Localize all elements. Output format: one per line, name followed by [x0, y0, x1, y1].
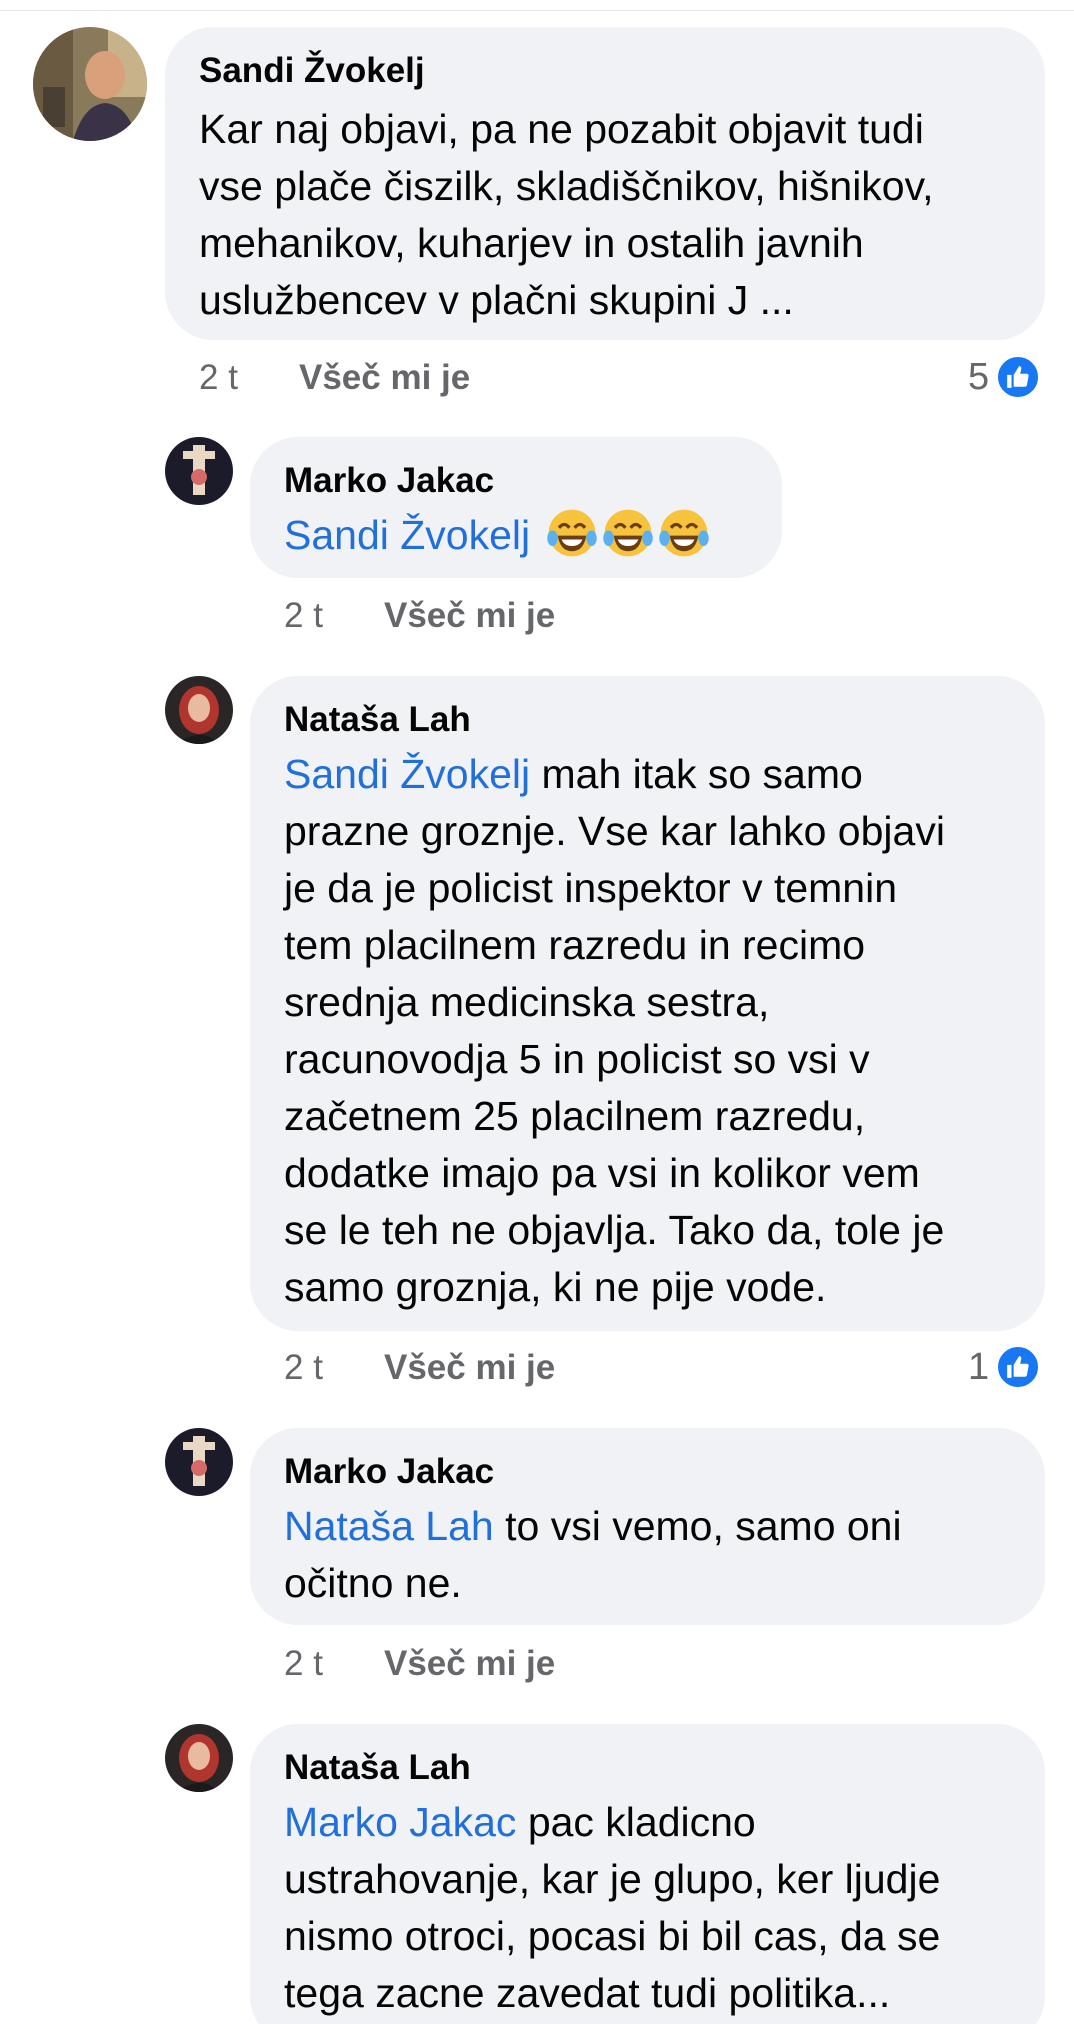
reaction-count: 1	[968, 1345, 990, 1388]
like-button[interactable]: Všeč mi je	[299, 358, 470, 398]
mention-link[interactable]: Sandi Žvokelj	[284, 751, 530, 797]
comment-line: samo groznja, ki ne pije vode.	[284, 1264, 827, 1310]
avatar[interactable]	[165, 1428, 233, 1496]
comment-author[interactable]: Nataša Lah	[284, 1746, 1011, 1790]
mention-link[interactable]: Sandi Žvokelj	[284, 512, 530, 558]
comment-bubble: Marko Jakac Sandi Žvokelj	[250, 437, 782, 578]
comment-bubble: Sandi Žvokelj Kar naj objavi, pa ne poza…	[165, 27, 1045, 340]
comment-line: ustrahovanje, kar je glupo, ker ljudje	[284, 1856, 941, 1902]
comment-line: Marko Jakac pac kladicno	[284, 1794, 1011, 1851]
comment-line: Sandi Žvokelj mah itak so samo	[284, 746, 1011, 803]
comment-author[interactable]: Marko Jakac	[284, 459, 748, 503]
reaction-summary[interactable]: 1	[968, 1344, 1042, 1390]
comment-author[interactable]: Nataša Lah	[284, 698, 1011, 742]
comment-thread: Sandi Žvokelj Kar naj objavi, pa ne poza…	[0, 0, 1074, 2024]
comment-text: Nataša Lah to vsi vemo, samo oni očitno …	[284, 1498, 1011, 1612]
thumbs-up-icon	[995, 1344, 1042, 1390]
comment-line: prazne groznje. Vse kar lahko objavi	[284, 808, 945, 854]
comment-time[interactable]: 2 t	[284, 596, 384, 636]
comment-line: tem placilnem razredu in recimo	[284, 922, 866, 968]
comment-time[interactable]: 2 t	[284, 1348, 384, 1388]
comment-author[interactable]: Sandi Žvokelj	[199, 49, 1011, 93]
comment-meta: 2 t Všeč mi je	[284, 1644, 555, 1684]
comment-meta: 2 t Všeč mi je	[284, 596, 555, 636]
mention-link[interactable]: Marko Jakac	[284, 1799, 516, 1845]
comment-line: uslužbencev v plačni skupini J ...	[199, 277, 794, 323]
avatar[interactable]	[33, 27, 147, 141]
comment-text: Sandi Žvokelj mah itak so samo prazne gr…	[284, 746, 1011, 1316]
tears-of-joy-icon	[658, 509, 709, 557]
reaction-count: 5	[968, 355, 990, 398]
comment-bubble: Marko Jakac Nataša Lah to vsi vemo, samo…	[250, 1428, 1045, 1625]
comment-line: vse plače čiszilk, skladiščnikov, hišnik…	[199, 163, 934, 209]
comment-time[interactable]: 2 t	[284, 1644, 384, 1684]
comment-line: racunovodja 5 in policist so vsi v	[284, 1036, 870, 1082]
comment-line-text: pac kladicno	[516, 1799, 756, 1845]
avatar[interactable]	[165, 1724, 233, 1792]
comment-line: Nataša Lah to vsi vemo, samo oni	[284, 1498, 1011, 1555]
comment-text: Kar naj objavi, pa ne pozabit objavit tu…	[199, 101, 1011, 329]
comment-line: je da je policist inspektor v temnin	[284, 865, 898, 911]
comment-line: Kar naj objavi, pa ne pozabit objavit tu…	[199, 106, 924, 152]
comment-line: nismo otroci, pocasi bi bil cas, da se	[284, 1913, 941, 1959]
comment-bubble: Nataša Lah Marko Jakac pac kladicno ustr…	[250, 1724, 1045, 2024]
comment-line-text: mah itak so samo	[530, 751, 863, 797]
thumbs-up-icon	[995, 354, 1042, 400]
tears-of-joy-icon	[546, 509, 597, 557]
divider	[0, 10, 1074, 11]
avatar[interactable]	[165, 676, 233, 744]
comment-text: Sandi Žvokelj	[284, 507, 748, 564]
comment-bubble: Nataša Lah Sandi Žvokelj mah itak so sam…	[250, 676, 1045, 1331]
comment-line: mehanikov, kuharjev in ostalih javnih	[199, 220, 864, 266]
mention-link[interactable]: Nataša Lah	[284, 1503, 494, 1549]
like-button[interactable]: Všeč mi je	[384, 1644, 555, 1684]
like-button[interactable]: Všeč mi je	[384, 1348, 555, 1388]
comment-author[interactable]: Marko Jakac	[284, 1450, 1011, 1494]
comment-text: Marko Jakac pac kladicno ustrahovanje, k…	[284, 1794, 1011, 2022]
comment-line: tega zacne zavedat tudi politika...	[284, 1970, 891, 2016]
avatar[interactable]	[165, 437, 233, 505]
tears-of-joy-icon	[602, 509, 653, 557]
comment-meta: 2 t Všeč mi je	[284, 1348, 555, 1388]
comment-line: očitno ne.	[284, 1560, 462, 1606]
comment-line: srednja medicinska sestra,	[284, 979, 770, 1025]
comment-time[interactable]: 2 t	[199, 358, 299, 398]
like-button[interactable]: Všeč mi je	[384, 596, 555, 636]
comment-meta: 2 t Všeč mi je	[199, 358, 470, 398]
comment-line: se le teh ne objavlja. Tako da, tole je	[284, 1207, 945, 1253]
comment-line: začetnem 25 placilnem razredu,	[284, 1093, 866, 1139]
reaction-summary[interactable]: 5	[968, 354, 1042, 400]
comment-line-text: to vsi vemo, samo oni	[493, 1503, 902, 1549]
comment-line: dodatke imajo pa vsi in kolikor vem	[284, 1150, 920, 1196]
